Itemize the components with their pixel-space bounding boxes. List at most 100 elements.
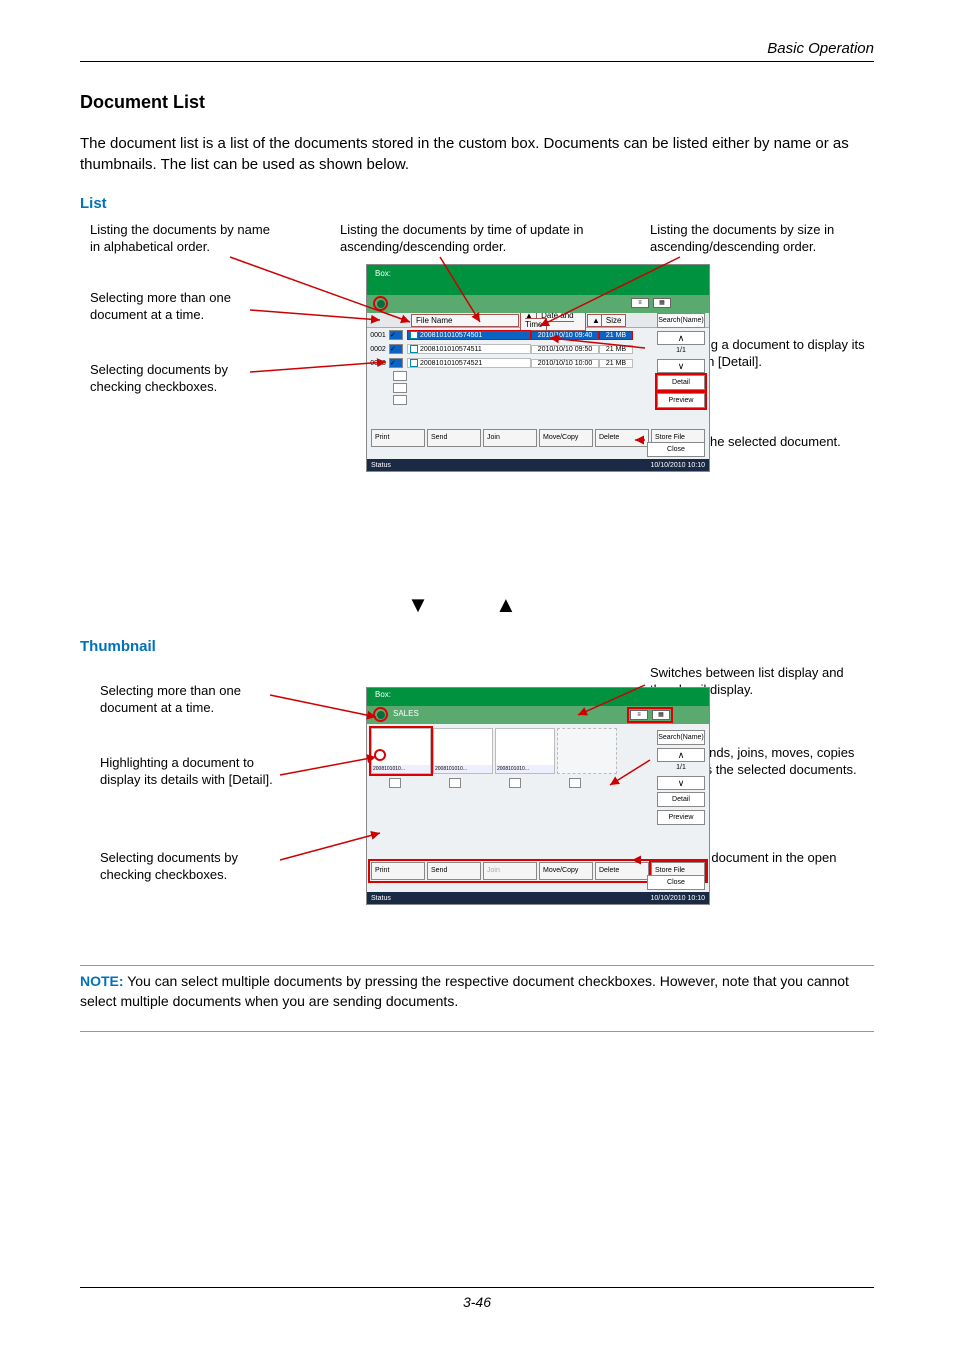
thumbnail-view-icon[interactable]: ▦ (652, 710, 670, 720)
document-icon (410, 345, 418, 353)
list-panel: Box: ≡ ▦ File Name ▲ Date and Time ▲Size… (366, 264, 710, 472)
detail-button[interactable]: Detail (657, 792, 705, 807)
side-panel: Search(Name) ∧ 1/1 ∨ Detail Preview (657, 730, 705, 828)
panel-toolbar: ≡ ▦ (367, 295, 709, 313)
select-all-icon[interactable] (373, 296, 388, 311)
row-filename[interactable]: 2008101010574501 (407, 330, 531, 340)
divider-triangles: ▼ ▲ (80, 592, 874, 618)
scroll-down-icon[interactable]: ∨ (657, 776, 705, 790)
row-date: 2010/10/10 10:00 (531, 359, 599, 368)
thumb-checkbox[interactable] (449, 778, 461, 788)
search-name-button[interactable]: Search(Name) (657, 730, 705, 745)
print-button[interactable]: Print (371, 429, 425, 447)
panel-titlebar: Box: (367, 688, 709, 706)
page-title: Document List (80, 92, 874, 113)
list-view-icon[interactable]: ≡ (631, 298, 649, 308)
scroll-down-icon[interactable]: ∨ (657, 359, 705, 373)
row-index: 0001 (367, 332, 389, 339)
note-text: You can select multiple documents by pre… (80, 973, 849, 1009)
thumbnail-view-icon[interactable]: ▦ (653, 298, 671, 308)
status-label: Status (371, 895, 391, 902)
delete-button[interactable]: Delete (595, 429, 649, 447)
page-number: 3-46 (80, 1287, 874, 1310)
thumb-checkbox[interactable] (509, 778, 521, 788)
row-checkbox[interactable]: ✓ (389, 358, 403, 368)
list-heading: List (80, 195, 874, 212)
document-icon (410, 359, 418, 367)
note-separator (80, 1031, 874, 1032)
thumb-label: 2008101010... (496, 765, 554, 773)
status-bar: Status 10/10/2010 10:10 (367, 459, 709, 471)
row-checkbox[interactable] (393, 371, 407, 381)
row-size: 21 MB (599, 345, 633, 354)
scroll-up-icon[interactable]: ∧ (657, 331, 705, 345)
callout-thumb-checks: Selecting documents by checking checkbox… (100, 850, 280, 884)
note-separator (80, 965, 874, 966)
running-header: Basic Operation (80, 40, 874, 62)
status-bar: Status 10/10/2010 10:10 (367, 892, 709, 904)
callout-by-size: Listing the documents by size in ascendi… (650, 222, 860, 256)
status-label: Status (371, 462, 391, 469)
thumbnail-diagram: Selecting more than one document at a ti… (80, 665, 874, 945)
row-index: 0003 (367, 360, 389, 367)
panel-titlebar: Box: (367, 265, 709, 295)
delete-button[interactable]: Delete (595, 862, 649, 880)
row-date: 2010/10/10 09:50 (531, 345, 599, 354)
move-copy-button[interactable]: Move/Copy (539, 862, 593, 880)
select-all-icon[interactable] (373, 707, 388, 722)
side-panel: Search(Name) ∧ 1/1 ∨ Detail Preview (657, 313, 705, 411)
callout-thumb-multi: Selecting more than one document at a ti… (100, 683, 270, 717)
callout-checks: Selecting documents by checking checkbox… (90, 362, 260, 396)
print-button[interactable]: Print (371, 862, 425, 880)
box-label: Box: (375, 269, 391, 278)
intro-paragraph: The document list is a list of the docum… (80, 133, 874, 175)
list-view-icon[interactable]: ≡ (630, 710, 648, 720)
join-button[interactable]: Join (483, 862, 537, 880)
thumb-select-icon[interactable] (374, 749, 386, 761)
join-button[interactable]: Join (483, 429, 537, 447)
scroll-up-icon[interactable]: ∧ (657, 748, 705, 762)
thumbnail-heading: Thumbnail (80, 638, 874, 655)
row-index: 0002 (367, 346, 389, 353)
search-name-button[interactable]: Search(Name) (657, 313, 705, 328)
row-checkbox[interactable] (393, 395, 407, 405)
callout-by-time: Listing the documents by time of update … (340, 222, 590, 256)
panel-toolbar: SALES ≡ ▦ (367, 706, 709, 724)
thumb-label: 2008101010... (372, 765, 430, 773)
thumb-checkbox[interactable] (569, 778, 581, 788)
note-label: NOTE: (80, 973, 124, 989)
page-indicator: 1/1 (657, 347, 705, 357)
close-button[interactable]: Close (647, 442, 705, 457)
callout-by-name: Listing the documents by name in alphabe… (90, 222, 280, 256)
page-indicator: 1/1 (657, 764, 705, 774)
callout-multi: Selecting more than one document at a ti… (90, 290, 260, 324)
document-icon (410, 331, 418, 339)
preview-button[interactable]: Preview (657, 393, 705, 408)
row-size: 21 MB (599, 359, 633, 368)
thumbnail-item[interactable]: 2008101010... (433, 728, 493, 774)
list-diagram: Listing the documents by name in alphabe… (80, 222, 874, 582)
row-filename[interactable]: 2008101010574521 (407, 358, 531, 368)
box-name-label: SALES (393, 709, 419, 718)
thumb-checkbox[interactable] (389, 778, 401, 788)
status-timestamp: 10/10/2010 10:10 (651, 462, 706, 469)
detail-button[interactable]: Detail (657, 375, 705, 390)
col-size[interactable]: ▲Size (587, 314, 621, 327)
row-size: 21 MB (599, 331, 633, 340)
box-label: Box: (375, 690, 391, 699)
row-checkbox[interactable] (393, 383, 407, 393)
thumbnail-panel: Box: SALES ≡ ▦ 2008101010... 2008101010.… (366, 687, 710, 905)
col-filename[interactable]: File Name (411, 314, 519, 327)
status-timestamp: 10/10/2010 10:10 (651, 895, 706, 902)
move-copy-button[interactable]: Move/Copy (539, 429, 593, 447)
row-filename[interactable]: 2008101010574511 (407, 344, 531, 354)
send-button[interactable]: Send (427, 862, 481, 880)
send-button[interactable]: Send (427, 429, 481, 447)
thumbnail-item[interactable]: 2008101010... (371, 728, 431, 774)
row-checkbox[interactable]: ✓ (389, 344, 403, 354)
note-block: NOTE: You can select multiple documents … (80, 972, 874, 1011)
preview-button[interactable]: Preview (657, 810, 705, 825)
close-button[interactable]: Close (647, 875, 705, 890)
thumbnail-item[interactable]: 2008101010... (495, 728, 555, 774)
row-checkbox[interactable]: ✓ (389, 330, 403, 340)
